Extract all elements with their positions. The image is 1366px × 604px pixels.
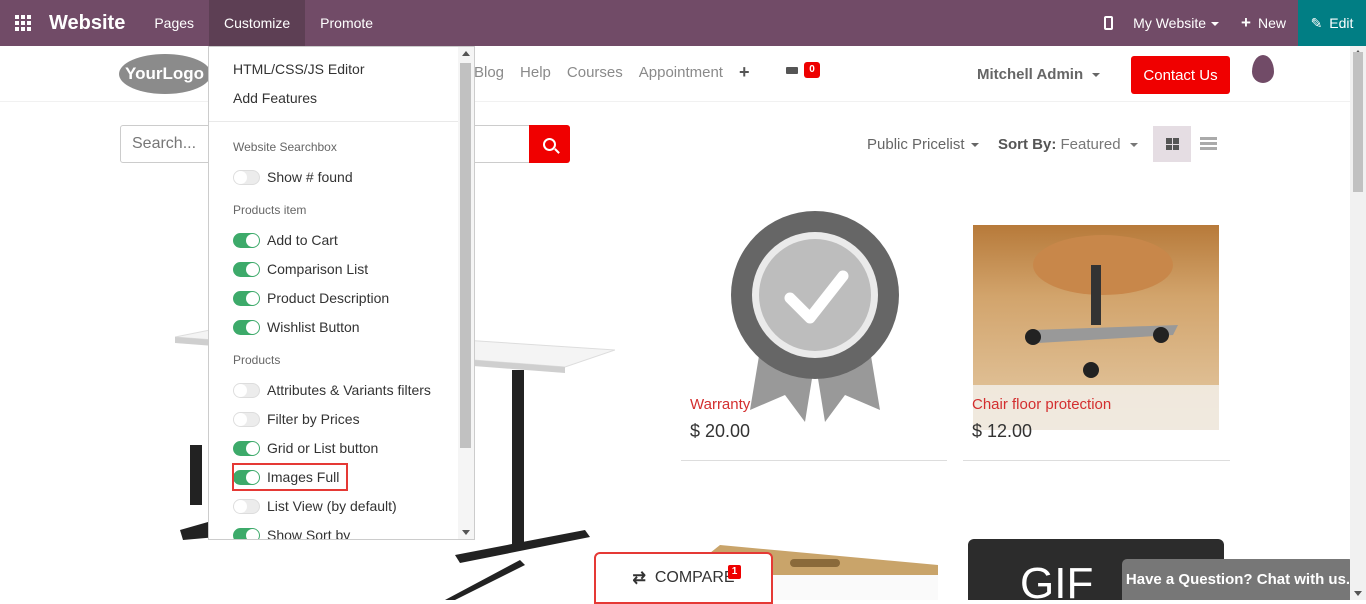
menu-promote[interactable]: Promote (305, 0, 388, 46)
section-header-searchbox: Website Searchbox (233, 140, 337, 154)
pencil-icon: ✎ (1310, 14, 1323, 31)
contact-us-button[interactable]: Contact Us (1131, 56, 1230, 94)
cart-icon[interactable] (786, 65, 800, 77)
option-label: Product Description (267, 290, 390, 306)
plus-icon: + (1241, 13, 1251, 32)
product-price-warranty: $ 20.00 (690, 421, 751, 441)
dropdown-scrollbar[interactable] (458, 47, 474, 539)
toggle-switch[interactable] (233, 261, 260, 277)
toggle-switch[interactable] (233, 382, 260, 398)
nav-link-help[interactable]: Help (520, 64, 551, 81)
compare-count-badge: 1 (728, 565, 741, 579)
scroll-up-arrow[interactable] (462, 51, 470, 56)
user-menu[interactable]: Mitchell Admin (977, 66, 1101, 83)
option-wishlist-button[interactable]: Wishlist Button (233, 319, 360, 335)
nav-link-courses[interactable]: Courses (567, 64, 623, 81)
product-card-divider (681, 460, 947, 461)
menu-item-add-features[interactable]: Add Features (233, 90, 317, 106)
product-name-chair[interactable]: Chair floor protection (972, 396, 1111, 413)
top-admin-bar: Website Pages Customize Promote My Websi… (0, 0, 1366, 46)
sort-dropdown[interactable]: Sort By: Featured (998, 136, 1138, 153)
page-scrollbar[interactable] (1350, 46, 1366, 600)
toggle-switch[interactable] (233, 232, 260, 248)
livechat-button[interactable]: Have a Question? Chat with us. (1122, 559, 1354, 600)
toggle-switch[interactable] (233, 498, 260, 514)
option-label: Show # found (267, 169, 353, 185)
toggle-switch[interactable] (233, 440, 260, 456)
grid-icon (1165, 138, 1179, 150)
images-full-highlight-box (232, 463, 348, 491)
mobile-preview-icon[interactable] (1104, 16, 1114, 30)
option-label: Add to Cart (267, 232, 338, 248)
list-view-button[interactable] (1200, 137, 1217, 150)
dropdown-scrollbar-thumb[interactable] (460, 63, 471, 448)
pricelist-label: Public Pricelist (867, 136, 965, 153)
option-label: Comparison List (267, 261, 369, 277)
option-label: Filter by Prices (267, 411, 360, 427)
grid-view-button[interactable] (1153, 126, 1191, 162)
compare-button[interactable]: ⇄ COMPARE (594, 552, 773, 604)
option-label: List View (by default) (267, 498, 397, 514)
new-button[interactable]: + New (1219, 13, 1298, 33)
user-name: Mitchell Admin (977, 66, 1084, 83)
search-button[interactable] (529, 125, 570, 163)
option-show-found[interactable]: Show # found (233, 169, 353, 185)
toggle-switch[interactable] (233, 169, 260, 185)
cart-count-badge: 0 (804, 62, 820, 78)
site-selector-label: My Website (1133, 15, 1207, 31)
option-grid-list-button[interactable]: Grid or List button (233, 440, 378, 456)
option-product-description[interactable]: Product Description (233, 290, 389, 306)
toggle-switch[interactable] (233, 411, 260, 427)
nav-link-appointment[interactable]: Appointment (639, 64, 723, 81)
scroll-down-arrow[interactable] (1354, 591, 1362, 596)
product-name-warranty[interactable]: Warranty (690, 396, 750, 413)
new-button-label: New (1257, 15, 1286, 31)
option-filter-by-prices[interactable]: Filter by Prices (233, 411, 360, 427)
apps-menu-icon[interactable] (0, 0, 46, 46)
app-title: Website (49, 11, 126, 34)
menu-pages[interactable]: Pages (139, 0, 209, 46)
menu-customize[interactable]: Customize (209, 0, 306, 46)
toggle-switch[interactable] (233, 319, 260, 335)
chevron-down-icon (1092, 73, 1101, 78)
option-show-sort-by[interactable]: Show Sort by (233, 527, 351, 540)
option-add-to-cart[interactable]: Add to Cart (233, 232, 338, 248)
option-label: Show Sort by (267, 527, 351, 540)
product-card-divider (963, 460, 1230, 461)
option-attributes-filters[interactable]: Attributes & Variants filters (233, 382, 431, 398)
edit-button[interactable]: ✎ Edit (1298, 0, 1366, 46)
swap-arrows-icon: ⇄ (632, 570, 646, 587)
theme-drop-icon (1252, 55, 1274, 83)
menu-item-html-editor[interactable]: HTML/CSS/JS Editor (233, 61, 364, 77)
chevron-down-icon (1211, 22, 1220, 27)
toggle-switch[interactable] (233, 290, 260, 306)
warranty-product-image[interactable] (730, 210, 900, 425)
website-navbar: YourLogo Blog Help Courses Appointment +… (0, 46, 1350, 102)
add-menu-item-icon[interactable]: + (739, 63, 750, 81)
chevron-down-icon (970, 143, 979, 148)
scroll-down-arrow[interactable] (462, 530, 470, 535)
compare-label: COMPARE (654, 569, 735, 586)
option-list-view-default[interactable]: List View (by default) (233, 498, 397, 514)
section-header-products-item: Products item (233, 203, 307, 217)
sort-value: Featured (1060, 136, 1121, 153)
pricelist-dropdown[interactable]: Public Pricelist (867, 136, 979, 153)
edit-button-label: Edit (1329, 15, 1354, 31)
product-price-chair: $ 12.00 (972, 421, 1033, 441)
option-label: Attributes & Variants filters (267, 382, 431, 398)
section-header-products: Products (233, 353, 281, 367)
sort-by-label: Sort By: (998, 136, 1057, 153)
option-label: Wishlist Button (267, 319, 360, 335)
nav-link-blog[interactable]: Blog (474, 64, 504, 81)
chevron-down-icon (1129, 143, 1138, 148)
toggle-switch[interactable] (233, 527, 260, 539)
search-icon (543, 137, 556, 151)
page-scrollbar-thumb[interactable] (1353, 52, 1363, 192)
option-comparison-list[interactable]: Comparison List (233, 261, 368, 277)
site-logo[interactable]: YourLogo (119, 54, 211, 94)
site-selector[interactable]: My Website (1133, 15, 1220, 31)
option-label: Grid or List button (267, 440, 379, 456)
menu-divider (209, 121, 459, 122)
